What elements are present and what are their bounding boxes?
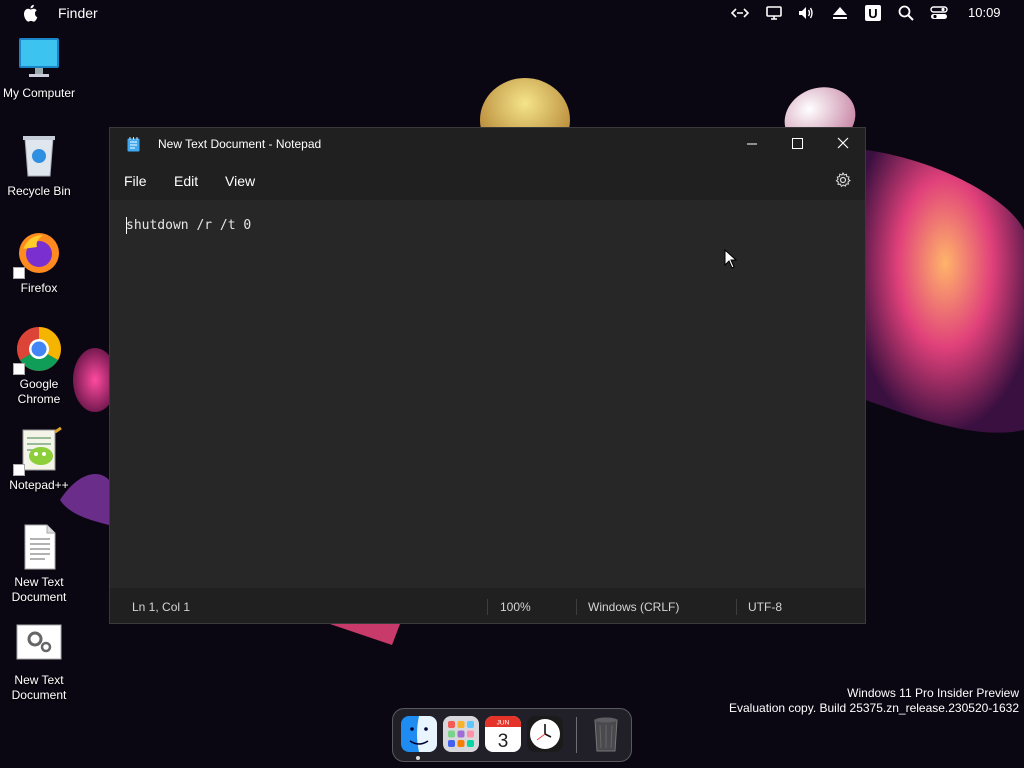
desktop-icon-label: My Computer xyxy=(2,86,76,100)
shortcut-arrow-icon xyxy=(13,267,25,279)
status-line-ending[interactable]: Windows (CRLF) xyxy=(588,600,679,614)
watermark-build: Evaluation copy. Build 25375.zn_release.… xyxy=(729,701,1019,715)
dock-calendar[interactable]: JUN 3 xyxy=(484,715,522,753)
window-title: New Text Document - Notepad xyxy=(158,137,322,151)
status-divider xyxy=(736,599,737,615)
gear-icon[interactable] xyxy=(835,172,851,188)
svg-text:U: U xyxy=(868,6,877,21)
desktop-icon-label: New Text Document xyxy=(11,575,67,604)
menu-bar: Finder U 10:09 xyxy=(0,0,1024,26)
monitor-icon xyxy=(15,34,63,82)
volume-icon[interactable] xyxy=(797,4,815,22)
desktop-icon-my-computer[interactable]: My Computer xyxy=(0,34,78,101)
desktop-icon-label: Firefox xyxy=(20,281,58,295)
desktop-icon-new-text-document-2[interactable]: New Text Document xyxy=(0,621,78,703)
menu-file[interactable]: File xyxy=(124,173,147,189)
dock-separator xyxy=(576,717,577,753)
svg-text:3: 3 xyxy=(498,731,509,752)
control-center-icon[interactable] xyxy=(930,4,948,22)
status-divider xyxy=(576,599,577,615)
clock-icon xyxy=(527,716,563,752)
desktop-icon-firefox[interactable]: Firefox xyxy=(0,229,78,296)
dock-trash[interactable] xyxy=(587,715,625,753)
code-arrows-icon[interactable] xyxy=(731,4,749,22)
firefox-icon xyxy=(13,229,63,279)
desktop-icon-recycle-bin[interactable]: Recycle Bin xyxy=(0,132,78,199)
status-cursor-position: Ln 1, Col 1 xyxy=(132,600,191,614)
recycle-bin-icon xyxy=(15,132,63,180)
desktop-icon-google-chrome[interactable]: Google Chrome xyxy=(0,325,78,407)
menu-edit[interactable]: Edit xyxy=(174,173,198,189)
dock-finder[interactable] xyxy=(400,715,438,753)
trash-icon xyxy=(594,717,618,752)
desktop-icon-notepadpp[interactable]: Notepad++ xyxy=(0,426,78,493)
settings-document-icon xyxy=(15,621,63,669)
maximize-icon xyxy=(792,138,803,149)
desktop-icon-label: Google Chrome xyxy=(17,377,61,406)
desktop-icon-label: Recycle Bin xyxy=(7,184,71,198)
desktop-icon-new-text-document-1[interactable]: New Text Document xyxy=(0,523,78,605)
launchpad-icon xyxy=(443,716,479,752)
close-button[interactable] xyxy=(820,128,866,160)
editor-content[interactable]: shutdown /r /t 0 xyxy=(126,218,251,233)
maximize-button[interactable] xyxy=(774,128,820,160)
shortcut-arrow-icon xyxy=(13,363,25,375)
calendar-icon: JUN 3 xyxy=(485,716,521,752)
display-icon[interactable] xyxy=(765,4,783,22)
status-zoom[interactable]: 100% xyxy=(500,600,531,614)
search-icon[interactable] xyxy=(897,4,915,22)
apple-icon[interactable] xyxy=(22,4,38,22)
svg-text:JUN: JUN xyxy=(497,720,510,727)
minimize-icon xyxy=(747,143,757,145)
notepad-window[interactable]: New Text Document - Notepad File Edit Vi… xyxy=(109,127,866,624)
minimize-button[interactable] xyxy=(729,128,775,160)
notepad-app-icon xyxy=(127,137,140,152)
windows-watermark: Windows 11 Pro Insider Preview Evaluatio… xyxy=(729,686,1019,716)
menubar-clock[interactable]: 10:09 xyxy=(968,5,1001,20)
active-app-name[interactable]: Finder xyxy=(58,5,98,21)
finder-icon xyxy=(401,716,437,752)
dock-launchpad[interactable] xyxy=(442,715,480,753)
status-bar: Ln 1, Col 1 100% Windows (CRLF) UTF-8 xyxy=(110,588,865,623)
u-badge-icon[interactable]: U xyxy=(864,4,882,22)
menu-view[interactable]: View xyxy=(225,173,255,189)
text-document-icon xyxy=(15,523,63,571)
watermark-edition: Windows 11 Pro Insider Preview xyxy=(847,686,1019,700)
status-divider xyxy=(487,599,488,615)
notepadpp-icon xyxy=(13,426,63,476)
dock-clock[interactable] xyxy=(526,715,564,753)
close-icon xyxy=(837,137,849,149)
eject-icon[interactable] xyxy=(831,4,849,22)
chrome-icon xyxy=(13,325,63,375)
notepad-menu-bar: File Edit View xyxy=(110,160,865,200)
shortcut-arrow-icon xyxy=(13,464,25,476)
desktop-icon-label: New Text Document xyxy=(11,673,67,702)
window-titlebar[interactable]: New Text Document - Notepad xyxy=(110,128,865,160)
dock-running-indicator xyxy=(416,756,420,760)
mouse-pointer-icon xyxy=(724,249,738,269)
status-encoding[interactable]: UTF-8 xyxy=(748,600,782,614)
dock: JUN 3 xyxy=(392,708,632,762)
text-editor-area[interactable]: shutdown /r /t 0 xyxy=(110,200,865,588)
desktop-icon-label: Notepad++ xyxy=(9,478,69,492)
